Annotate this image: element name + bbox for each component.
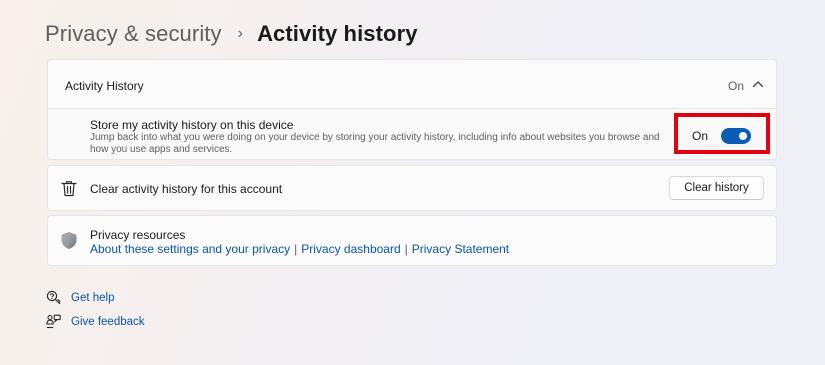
- privacy-dashboard-link[interactable]: Privacy dashboard: [301, 242, 400, 256]
- privacy-resources-title: Privacy resources: [90, 228, 186, 242]
- privacy-statement-link[interactable]: Privacy Statement: [412, 242, 509, 256]
- chevron-up-icon[interactable]: [752, 79, 764, 89]
- link-separator: |: [404, 242, 408, 256]
- toggle-state-label: On: [692, 128, 709, 143]
- store-activity-toggle-area[interactable]: On: [674, 117, 770, 154]
- about-settings-link[interactable]: About these settings and your privacy: [90, 242, 290, 256]
- activity-history-title: Activity History: [65, 79, 144, 93]
- activity-history-state: On: [727, 79, 744, 93]
- get-help-icon: [46, 290, 61, 305]
- breadcrumb: Privacy & security › Activity history: [45, 18, 418, 50]
- store-activity-toggle[interactable]: [721, 127, 752, 144]
- give-feedback-link[interactable]: Give feedback: [71, 316, 145, 328]
- clear-activity-row: Clear activity history for this account …: [47, 165, 777, 211]
- page-title: Activity history: [257, 21, 418, 46]
- breadcrumb-separator-icon: ›: [237, 25, 244, 42]
- shield-icon: [61, 232, 77, 249]
- breadcrumb-parent-link[interactable]: Privacy & security: [45, 21, 222, 47]
- give-feedback-icon: [46, 314, 61, 329]
- clear-activity-label: Clear activity history for this account: [90, 182, 283, 196]
- activity-history-expander[interactable]: Activity History On: [47, 59, 777, 109]
- privacy-links: About these settings and your privacy | …: [90, 242, 509, 256]
- toggle-knob: [739, 131, 748, 140]
- trash-icon: [61, 181, 77, 197]
- store-activity-description: Jump back into what you were doing on yo…: [90, 132, 660, 155]
- link-separator: |: [294, 242, 298, 256]
- get-help-link[interactable]: Get help: [71, 292, 114, 304]
- give-feedback-row[interactable]: Give feedback: [46, 314, 145, 329]
- clear-history-button[interactable]: Clear history: [669, 176, 764, 200]
- get-help-row[interactable]: Get help: [46, 290, 114, 305]
- store-activity-title: Store my activity history on this device: [90, 118, 294, 132]
- store-activity-setting: Store my activity history on this device…: [47, 108, 777, 160]
- privacy-resources-row: Privacy resources About these settings a…: [47, 215, 777, 266]
